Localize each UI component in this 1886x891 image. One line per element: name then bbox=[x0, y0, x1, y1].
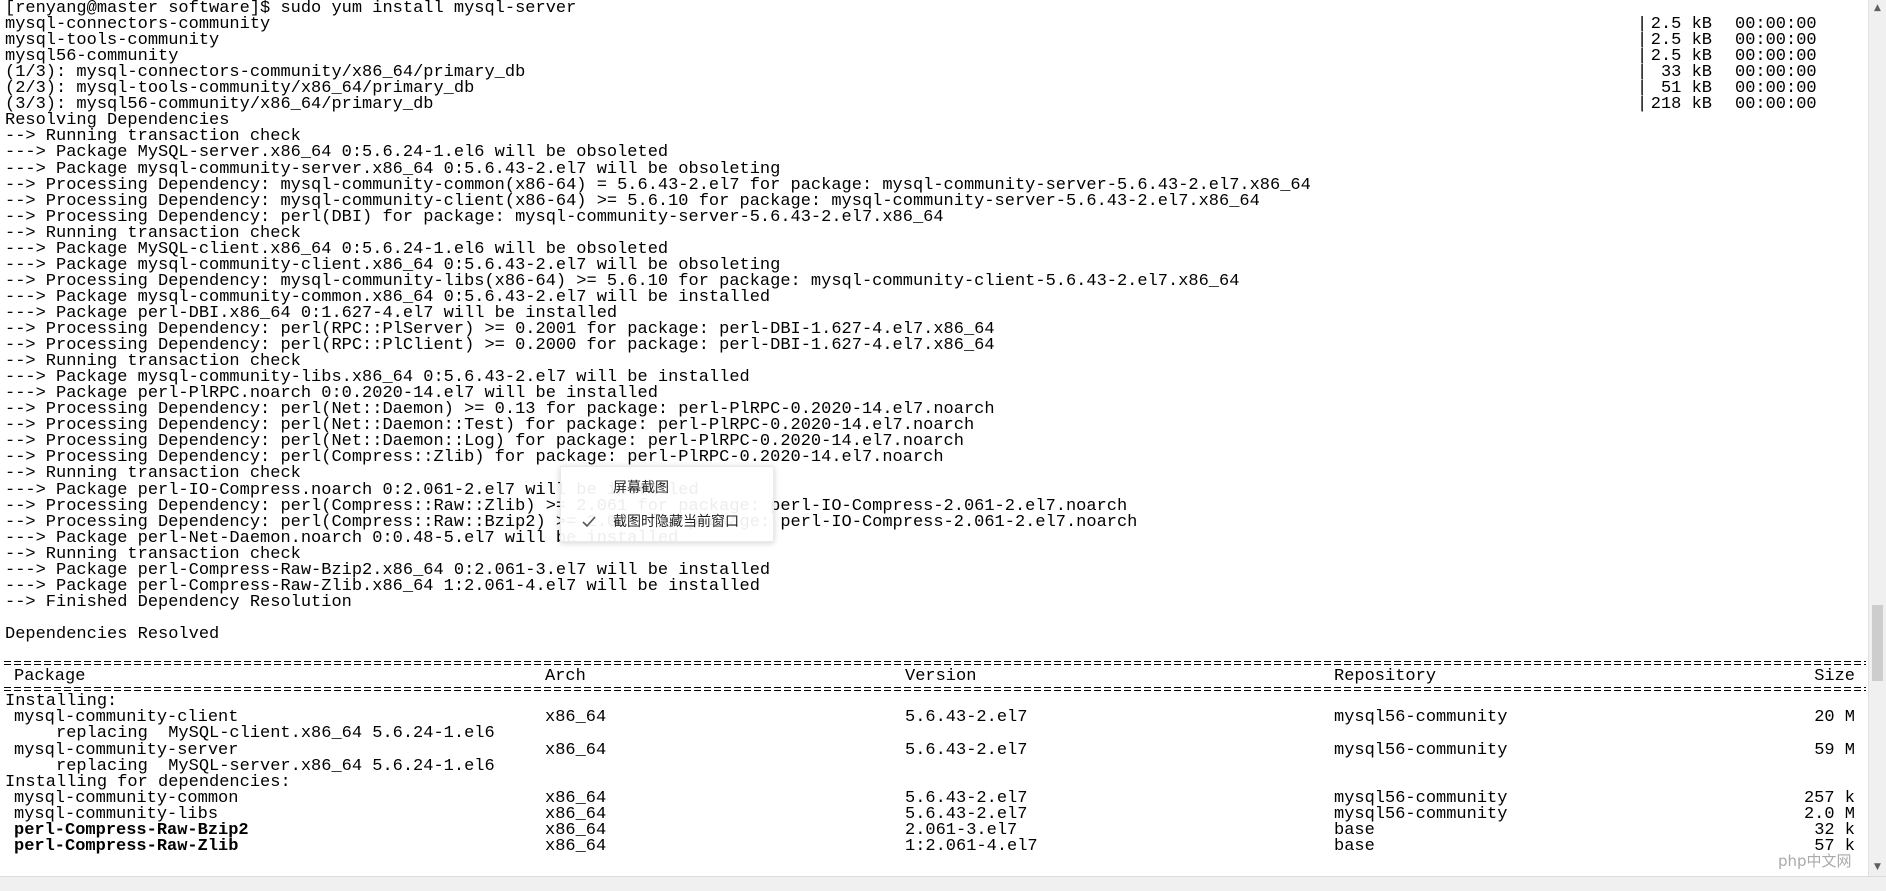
output-line: --> Running transaction check bbox=[5, 464, 301, 483]
column-header-arch: Arch bbox=[545, 667, 586, 686]
vertical-scrollbar[interactable]: ▲ ▼ bbox=[1868, 0, 1886, 876]
table-cell-arch: x86_64 bbox=[545, 741, 607, 760]
status-bar bbox=[0, 876, 1886, 891]
triangle-up-icon[interactable]: ▲ bbox=[1869, 0, 1886, 17]
table-cell-repository: mysql56-community bbox=[1334, 741, 1508, 760]
column-header-package: Package bbox=[14, 667, 86, 686]
menu-item-label: 屏幕截图 bbox=[613, 480, 669, 496]
context-menu: 屏幕截图 截图时隐藏当前窗口 bbox=[560, 466, 774, 542]
table-cell-version: 1:2.061-4.el7 bbox=[905, 837, 1038, 856]
checkmark-icon bbox=[582, 516, 596, 528]
table-cell-package: perl-Compress-Raw-Zlib bbox=[14, 837, 239, 856]
output-line: --> Finished Dependency Resolution bbox=[5, 593, 352, 612]
table-cell-repository: mysql56-community bbox=[1334, 708, 1508, 727]
table-cell-version: 5.6.43-2.el7 bbox=[905, 708, 1028, 727]
table-cell-repository: base bbox=[1334, 837, 1375, 856]
column-separator: | bbox=[1637, 95, 1648, 114]
table-cell-size: 20 M bbox=[1814, 708, 1855, 727]
triangle-down-icon[interactable]: ▼ bbox=[1869, 859, 1886, 876]
download-size: 218 kB bbox=[1650, 95, 1712, 114]
terminal-output[interactable]: [renyang@master software]$ sudo yum inst… bbox=[0, 0, 1868, 876]
table-separator bbox=[4, 685, 1866, 693]
table-cell-arch: x86_64 bbox=[545, 708, 607, 727]
table-replacing-note: replacing MySQL-client.x86_64 5.6.24-1.e… bbox=[56, 724, 495, 743]
download-time: 00:00:00 bbox=[1735, 95, 1817, 114]
column-header-repository: Repository bbox=[1334, 667, 1437, 686]
table-cell-size: 59 M bbox=[1814, 741, 1855, 760]
table-cell-arch: x86_64 bbox=[545, 837, 607, 856]
table-cell-version: 5.6.43-2.el7 bbox=[905, 741, 1028, 760]
column-header-version: Version bbox=[905, 667, 977, 686]
menu-item-screenshot[interactable]: 屏幕截图 bbox=[561, 471, 773, 505]
watermark: php中文网 bbox=[1778, 852, 1852, 870]
menu-item-hide-window[interactable]: 截图时隐藏当前窗口 bbox=[561, 505, 773, 539]
output-line: Dependencies Resolved bbox=[5, 625, 220, 644]
output-line: ---> Package MySQL-server.x86_64 0:5.6.2… bbox=[5, 143, 669, 162]
scroll-thumb[interactable] bbox=[1872, 605, 1883, 681]
table-separator bbox=[4, 659, 1866, 667]
menu-item-label: 截图时隐藏当前窗口 bbox=[613, 514, 739, 530]
column-header-size: Size bbox=[1814, 667, 1855, 686]
